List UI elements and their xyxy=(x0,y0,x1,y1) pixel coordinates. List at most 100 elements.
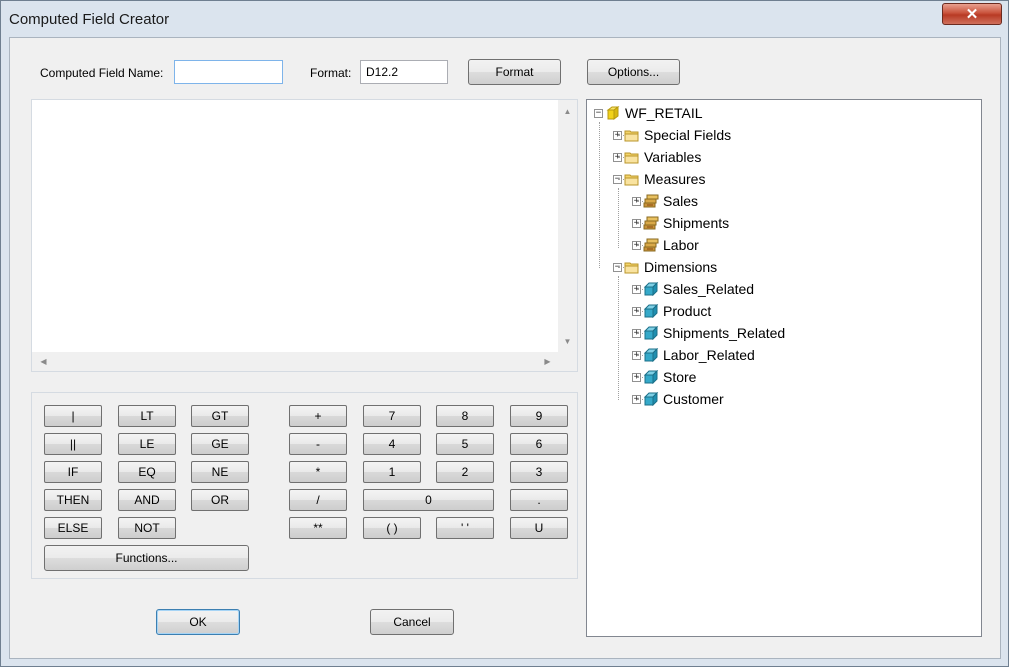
scroll-up-icon[interactable]: ▲ xyxy=(558,102,577,121)
scroll-left-icon[interactable]: ◀ xyxy=(34,352,53,371)
key-le-button[interactable]: LE xyxy=(118,433,176,455)
tree-line xyxy=(599,122,600,268)
dimension-icon xyxy=(643,348,659,362)
tree-node-label: Store xyxy=(663,369,697,385)
measure-icon xyxy=(643,194,659,208)
key-or-button[interactable]: OR xyxy=(191,489,249,511)
key-3-button[interactable]: 3 xyxy=(510,461,568,483)
tree-node-label: Variables xyxy=(644,149,702,165)
tree-line xyxy=(618,135,624,136)
key-else-button[interactable]: ELSE xyxy=(44,517,102,539)
measure-icon xyxy=(643,238,659,252)
folder-icon xyxy=(624,262,639,274)
cube-icon xyxy=(606,106,620,120)
collapse-icon[interactable]: − xyxy=(594,108,603,118)
tree-node-dimension[interactable]: + Shipments_Related xyxy=(632,323,785,343)
format-label: Format: xyxy=(310,66,352,80)
key-eq-button[interactable]: EQ xyxy=(118,461,176,483)
key-1-button[interactable]: 1 xyxy=(363,461,421,483)
tree-node-label: Shipments xyxy=(663,215,730,231)
key-gt-button[interactable]: GT xyxy=(191,405,249,427)
tree-node-dimension[interactable]: + Sales_Related xyxy=(632,279,754,299)
key-ge-button[interactable]: GE xyxy=(191,433,249,455)
key-pipe-button[interactable]: | xyxy=(44,405,102,427)
tree-line xyxy=(637,223,643,224)
functions-button[interactable]: Functions... xyxy=(44,545,249,571)
tree-node-variables[interactable]: + Variables xyxy=(613,147,701,167)
key-0-button[interactable]: 0 xyxy=(363,489,494,511)
key-divide-button[interactable]: / xyxy=(289,489,347,511)
tree-node-dimension[interactable]: + Customer xyxy=(632,389,724,409)
tree-line xyxy=(637,333,643,334)
key-2-button[interactable]: 2 xyxy=(436,461,494,483)
tree-node-label: Sales_Related xyxy=(663,281,755,297)
tree-node-label: Labor_Related xyxy=(663,347,755,363)
key-6-button[interactable]: 6 xyxy=(510,433,568,455)
tree-node-label: Special Fields xyxy=(644,127,732,143)
scrollbar-corner xyxy=(558,352,577,371)
tree-root-label: WF_RETAIL xyxy=(625,105,703,121)
key-if-button[interactable]: IF xyxy=(44,461,102,483)
tree-node-special-fields[interactable]: + Special Fields xyxy=(613,125,731,145)
tree-line xyxy=(637,201,643,202)
folder-icon xyxy=(624,130,639,142)
key-4-button[interactable]: 4 xyxy=(363,433,421,455)
tree-line xyxy=(618,267,624,268)
computed-field-name-input[interactable] xyxy=(174,60,283,84)
key-minus-button[interactable]: - xyxy=(289,433,347,455)
computed-field-name-label: Computed Field Name: xyxy=(40,66,164,80)
field-tree[interactable]: − WF_RETAIL + Special Fields + Variables − Me… xyxy=(586,99,982,637)
window-title: Computed Field Creator xyxy=(9,11,170,28)
dimension-icon xyxy=(643,392,659,406)
key-dot-button[interactable]: . xyxy=(510,489,568,511)
tree-root[interactable]: − WF_RETAIL xyxy=(594,103,703,123)
tree-node-dimension[interactable]: + Labor_Related xyxy=(632,345,755,365)
tree-line xyxy=(618,188,619,248)
key-multiply-button[interactable]: * xyxy=(289,461,347,483)
format-input[interactable]: D12.2 xyxy=(360,60,448,84)
format-button[interactable]: Format xyxy=(468,59,561,85)
vertical-scrollbar[interactable]: ▲ ▼ xyxy=(558,100,577,353)
key-quotes-button[interactable]: ' ' xyxy=(436,517,494,539)
key-concat-button[interactable]: || xyxy=(44,433,102,455)
key-9-button[interactable]: 9 xyxy=(510,405,568,427)
dimension-icon xyxy=(643,282,659,296)
tree-line xyxy=(637,311,643,312)
scroll-right-icon[interactable]: ▶ xyxy=(538,352,557,371)
ok-button[interactable]: OK xyxy=(156,609,240,635)
close-button[interactable]: ✕ xyxy=(942,3,1002,25)
key-power-button[interactable]: ** xyxy=(289,517,347,539)
dialog-window: Computed Field Creator ✕ Computed Field … xyxy=(0,0,1009,667)
dimension-icon xyxy=(643,304,659,318)
key-u-button[interactable]: U xyxy=(510,517,568,539)
tree-line xyxy=(637,245,643,246)
tree-node-dimension[interactable]: + Product xyxy=(632,301,711,321)
folder-icon xyxy=(624,174,639,186)
key-and-button[interactable]: AND xyxy=(118,489,176,511)
expression-editor[interactable]: ▲ ▼ ◀ ▶ xyxy=(31,99,578,372)
key-8-button[interactable]: 8 xyxy=(436,405,494,427)
key-ne-button[interactable]: NE xyxy=(191,461,249,483)
horizontal-scrollbar[interactable]: ◀ ▶ xyxy=(32,352,559,371)
key-5-button[interactable]: 5 xyxy=(436,433,494,455)
tree-node-measure[interactable]: + Shipments xyxy=(632,213,729,233)
key-7-button[interactable]: 7 xyxy=(363,405,421,427)
cancel-button[interactable]: Cancel xyxy=(370,609,454,635)
key-then-button[interactable]: THEN xyxy=(44,489,102,511)
key-parens-button[interactable]: ( ) xyxy=(363,517,421,539)
key-not-button[interactable]: NOT xyxy=(118,517,176,539)
tree-node-label: Shipments_Related xyxy=(663,325,786,341)
tree-line xyxy=(618,179,624,180)
tree-node-label: Measures xyxy=(644,171,706,187)
scroll-down-icon[interactable]: ▼ xyxy=(558,332,577,351)
tree-node-measures[interactable]: − Measures xyxy=(613,169,705,189)
tree-node-dimensions[interactable]: − Dimensions xyxy=(613,257,717,277)
key-lt-button[interactable]: LT xyxy=(118,405,176,427)
tree-node-label: Customer xyxy=(663,391,724,407)
key-plus-button[interactable]: + xyxy=(289,405,347,427)
tree-line xyxy=(618,276,619,400)
tree-line xyxy=(637,355,643,356)
tree-line xyxy=(637,377,643,378)
options-button[interactable]: Options... xyxy=(587,59,680,85)
tree-node-label: Dimensions xyxy=(644,259,718,275)
